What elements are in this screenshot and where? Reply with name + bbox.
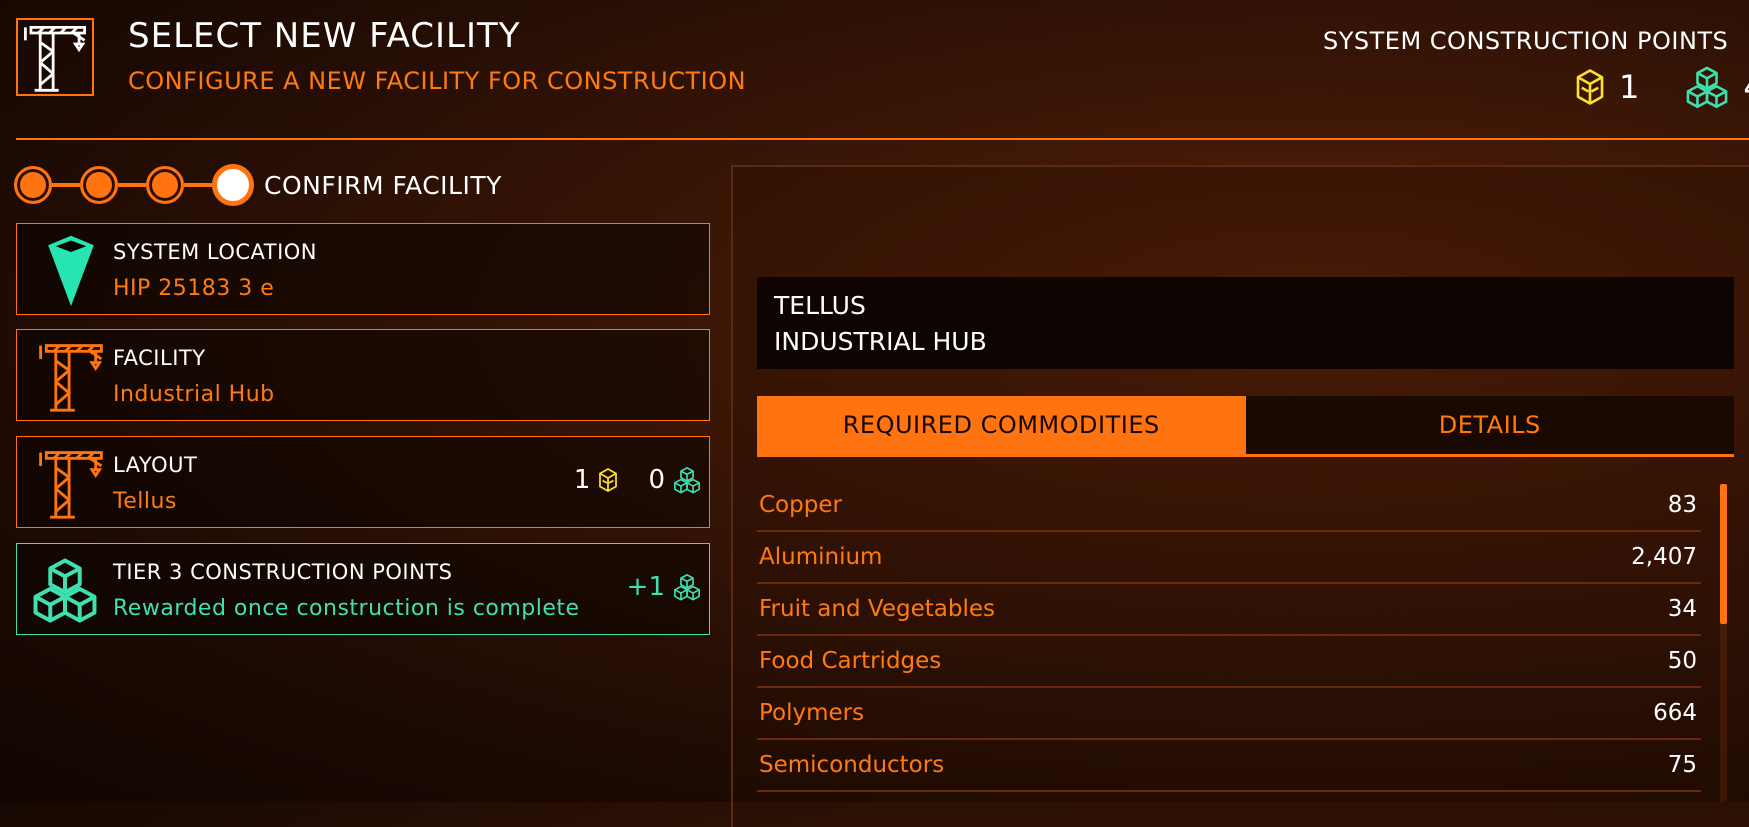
list-item[interactable]: Aluminium 2,407 — [757, 532, 1701, 584]
facility-name-box: TELLUS INDUSTRIAL HUB — [757, 277, 1734, 369]
layout-value: Tellus — [113, 489, 177, 514]
crane-icon — [33, 338, 109, 414]
tier2-points-icon — [598, 466, 618, 494]
commodity-name: Food Cartridges — [759, 648, 942, 674]
commodity-name: Semiconductors — [759, 752, 945, 778]
tier3-reward-card: TIER 3 CONSTRUCTION POINTS Rewarded once… — [16, 543, 710, 635]
detail-tabs: REQUIRED COMMODITIES DETAILS — [757, 396, 1734, 457]
step-1[interactable] — [14, 166, 52, 204]
commodity-quantity: 83 — [1667, 492, 1697, 518]
layout-card[interactable]: LAYOUT Tellus 1 0 — [16, 436, 710, 528]
commodity-quantity: 664 — [1653, 700, 1697, 726]
tier3-points-icon — [673, 466, 701, 494]
facility-value: Industrial Hub — [113, 382, 275, 407]
commodity-name: Aluminium — [759, 544, 883, 570]
step-4-current[interactable] — [212, 164, 254, 206]
header-divider — [16, 138, 1749, 140]
list-item[interactable]: Semiconductors 75 — [757, 740, 1701, 792]
facility-type-name: INDUSTRIAL HUB — [774, 327, 987, 356]
step-connector — [52, 183, 80, 187]
crane-icon — [33, 445, 109, 521]
tier3-points-icon — [1685, 65, 1729, 109]
layout-name: TELLUS — [774, 291, 866, 320]
scrollbar-thumb[interactable] — [1720, 484, 1727, 624]
system-location-value: HIP 25183 3 e — [113, 276, 275, 301]
tier3-reward-amount-wrap: +1 — [627, 572, 701, 602]
tier3-reward-amount: +1 — [626, 572, 665, 602]
tier3-reward-label: TIER 3 CONSTRUCTION POINTS — [113, 560, 453, 584]
layout-label: LAYOUT — [113, 453, 198, 477]
step-label: CONFIRM FACILITY — [264, 170, 502, 200]
page-title: SELECT NEW FACILITY — [128, 16, 521, 56]
layout-cost: 1 0 — [574, 465, 701, 495]
tier2-points-icon — [1575, 67, 1605, 107]
step-2[interactable] — [80, 166, 118, 204]
list-item[interactable]: Copper 83 — [757, 480, 1701, 532]
tab-details[interactable]: DETAILS — [1245, 396, 1734, 454]
progress-stepper: CONFIRM FACILITY — [14, 162, 502, 208]
commodity-name: Polymers — [759, 700, 865, 726]
tier3-reward-description: Rewarded once construction is complete — [113, 596, 580, 621]
step-3[interactable] — [146, 166, 184, 204]
commodities-list: Copper 83 Aluminium 2,407 Fruit and Vege… — [757, 480, 1701, 792]
tab-required-commodities[interactable]: REQUIRED COMMODITIES — [757, 396, 1246, 454]
commodity-quantity: 34 — [1667, 596, 1697, 622]
cubes-icon — [31, 556, 99, 624]
system-construction-points-title: SYSTEM CONSTRUCTION POINTS — [1323, 27, 1729, 55]
page-subtitle: CONFIGURE A NEW FACILITY FOR CONSTRUCTIO… — [128, 67, 747, 95]
location-marker-icon — [41, 232, 101, 308]
facility-label: FACILITY — [113, 346, 206, 370]
header-crane-icon — [16, 18, 94, 96]
layout-tier2-cost: 1 — [573, 465, 591, 495]
list-item[interactable]: Food Cartridges 50 — [757, 636, 1701, 688]
commodity-quantity: 50 — [1667, 648, 1697, 674]
layout-tier3-cost: 0 — [648, 465, 665, 495]
commodity-quantity: 75 — [1667, 752, 1697, 778]
commodity-name: Fruit and Vegetables — [759, 596, 995, 622]
system-location-card[interactable]: SYSTEM LOCATION HIP 25183 3 e — [16, 223, 710, 315]
commodity-name: Copper — [759, 492, 842, 518]
step-connector — [184, 183, 212, 187]
facility-card[interactable]: FACILITY Industrial Hub — [16, 329, 710, 421]
list-item[interactable]: Fruit and Vegetables 34 — [757, 584, 1701, 636]
commodity-quantity: 2,407 — [1631, 544, 1697, 570]
list-item[interactable]: Polymers 664 — [757, 688, 1701, 740]
tier2-points-value: 1 — [1619, 68, 1640, 106]
tier3-points-value: 4 — [1743, 68, 1749, 106]
step-connector — [118, 183, 146, 187]
system-construction-points: 1 4 — [1575, 64, 1749, 110]
system-location-label: SYSTEM LOCATION — [113, 240, 318, 264]
tier3-points-icon — [673, 573, 701, 601]
